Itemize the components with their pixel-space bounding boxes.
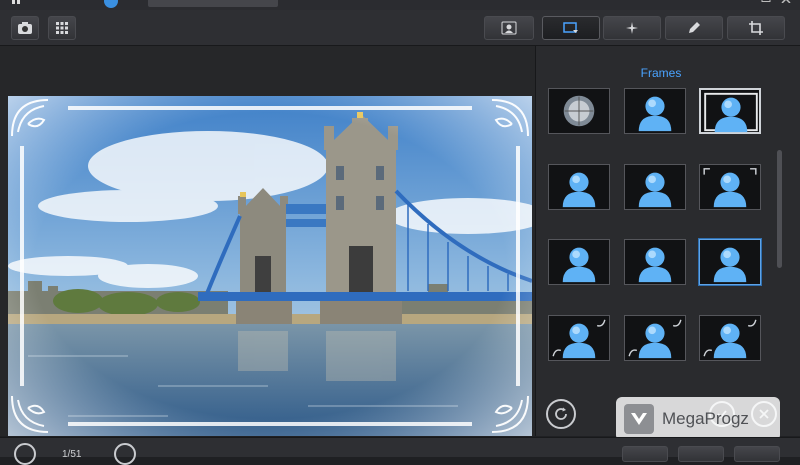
watermark-logo: MegaProgz	[616, 397, 780, 441]
title-bar	[0, 0, 800, 10]
frame-thumbnail[interactable]	[548, 239, 610, 285]
refresh-icon	[555, 407, 567, 420]
bottom-bar: 1/51	[0, 437, 800, 465]
camera-icon	[18, 22, 32, 34]
app-badge-icon	[104, 0, 118, 8]
grid-view-button[interactable]	[48, 16, 76, 40]
tab-effects[interactable]	[603, 16, 661, 40]
user-switch-icon	[501, 21, 517, 35]
preview-stage	[0, 46, 535, 436]
crop-icon	[749, 21, 763, 35]
bottom-action-button-2[interactable]	[678, 446, 724, 462]
minimize-icon[interactable]	[740, 0, 754, 5]
frame-thumbnail[interactable]	[548, 164, 610, 210]
frame-thumbnail[interactable]	[699, 164, 761, 210]
bottom-action-button-3[interactable]	[734, 446, 780, 462]
frame-preview-icon	[638, 96, 672, 132]
photo-counter: 1/51	[62, 449, 82, 460]
frame-preview-icon	[638, 172, 672, 208]
frame-thumbnail[interactable]	[548, 315, 610, 361]
switch-user-button[interactable]	[484, 16, 534, 40]
frame-thumbnail[interactable]	[548, 88, 610, 134]
frame-preview-icon	[704, 92, 758, 133]
frame-preview-icon	[638, 247, 672, 283]
frame-preview-icon	[562, 247, 596, 283]
frame-preview-icon	[552, 319, 606, 359]
tab-draw[interactable]	[665, 16, 723, 40]
frames-panel: Frames	[535, 46, 800, 436]
previous-button[interactable]	[14, 443, 36, 465]
camera-preview-image[interactable]	[8, 96, 532, 436]
panel-scrollbar[interactable]	[777, 150, 782, 268]
frame-preview-icon	[703, 168, 757, 208]
watermark-text: MegaProgz	[662, 409, 749, 428]
app-logo-icon	[10, 0, 22, 7]
frame-preview-icon	[563, 95, 595, 127]
watermark-icon	[624, 404, 654, 434]
refresh-button[interactable]	[546, 399, 576, 429]
frame-preview-icon	[562, 172, 596, 208]
frame-thumbnail[interactable]	[624, 239, 686, 285]
frame-preview-icon	[628, 319, 682, 359]
frame-thumbnail[interactable]	[699, 88, 761, 134]
frame-preview-icon	[703, 319, 757, 359]
sparkle-icon	[626, 22, 638, 34]
grid-icon	[56, 22, 68, 34]
frame-thumbnail[interactable]	[624, 88, 686, 134]
bottom-action-button-1[interactable]	[622, 446, 668, 462]
pen-icon	[689, 22, 700, 33]
panel-title: Frames	[640, 66, 682, 80]
frame-thumbnail[interactable]	[699, 239, 761, 285]
snapshot-button[interactable]	[11, 16, 39, 40]
next-button[interactable]	[114, 443, 136, 465]
frame-thumbnail[interactable]	[624, 315, 686, 361]
tab-crop[interactable]	[727, 16, 785, 40]
title-field	[148, 0, 278, 7]
frame-preview-icon	[713, 247, 747, 283]
maximize-icon[interactable]	[760, 0, 774, 5]
top-toolbar	[0, 10, 800, 46]
frame-thumbnail[interactable]	[624, 164, 686, 210]
frame-icon	[563, 22, 578, 33]
tab-frames[interactable]	[542, 16, 600, 40]
close-window-icon[interactable]	[780, 0, 794, 5]
frame-thumbnail[interactable]	[699, 315, 761, 361]
